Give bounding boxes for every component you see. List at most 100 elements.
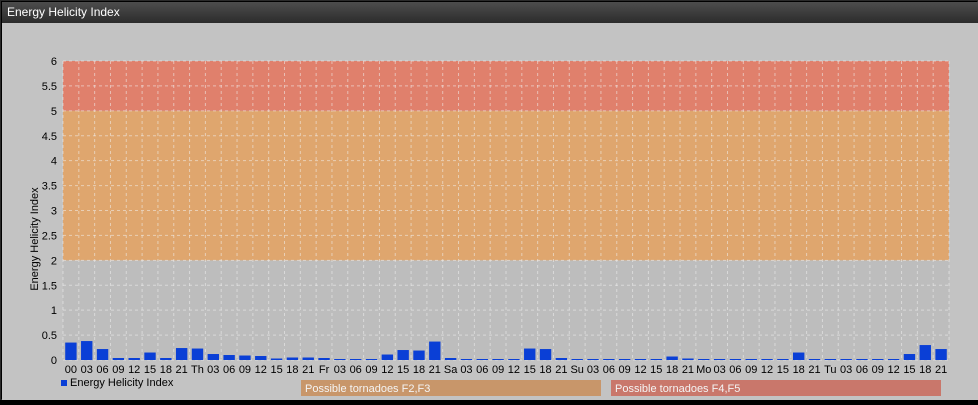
y-tick-label: 3 (51, 206, 57, 218)
x-tick-label: 21 (935, 364, 947, 376)
bar (492, 359, 504, 360)
bar (302, 357, 314, 360)
y-tick-label: 0 (51, 355, 57, 367)
y-tick-label: 4.5 (42, 131, 57, 143)
x-tick-label: 21 (682, 364, 694, 376)
y-tick-label: 0.5 (42, 330, 57, 342)
legend-f2f3-label: Possible tornadoes F2,F3 (305, 383, 430, 395)
x-tick-label: 12 (128, 364, 140, 376)
y-tick-label: 2.5 (42, 230, 57, 242)
bar (239, 355, 251, 360)
x-tick-label: 21 (808, 364, 820, 376)
x-tick-label: 09 (492, 364, 504, 376)
y-tick-label: 6 (51, 56, 57, 68)
x-tick-label: 12 (761, 364, 773, 376)
x-tick-label: 06 (603, 364, 615, 376)
bar (144, 352, 156, 360)
bar (350, 359, 362, 360)
bar (397, 350, 409, 360)
x-tick-label: Su (570, 364, 583, 376)
bar (824, 359, 837, 360)
bar (919, 345, 931, 360)
x-tick-label: Th (191, 364, 204, 376)
x-tick-label: 15 (777, 364, 789, 376)
x-tick-label: Tu (824, 364, 836, 376)
legend-series-swatch (61, 380, 67, 386)
x-tick-label: 06 (476, 364, 488, 376)
x-tick-label: 18 (286, 364, 298, 376)
bar (318, 358, 330, 360)
bar (476, 359, 488, 360)
bar (713, 359, 726, 360)
bar (666, 356, 678, 360)
bar (381, 354, 394, 360)
x-tick-label: 06 (223, 364, 235, 376)
y-tick-label: 3.5 (42, 181, 57, 193)
chart-window: Energy Helicity Index 0 0.5 1 1.5 2 2.5 3 3.5 4 4… (0, 0, 978, 400)
legend-series-label: Energy Helicity Index (70, 377, 174, 389)
x-tick-label: 15 (524, 364, 536, 376)
bar (777, 359, 789, 360)
x-tick-label: 09 (619, 364, 631, 376)
bar (65, 342, 77, 360)
x-tick-label: 15 (397, 364, 409, 376)
bar (334, 359, 346, 360)
bar (571, 359, 583, 360)
x-tick-label: 18 (666, 364, 678, 376)
x-tick-label: 03 (460, 364, 472, 376)
bar (191, 348, 204, 360)
bar (682, 358, 694, 360)
x-tick-label: 06 (729, 364, 741, 376)
bar (793, 352, 805, 360)
x-tick-label: 03 (840, 364, 852, 376)
ehi-chart: 00.511.522.533.544.555.56 00 03 06 09 12 15 18… (29, 56, 950, 396)
x-tick-label: 12 (508, 364, 520, 376)
bar (729, 359, 742, 360)
bar (207, 354, 219, 360)
bar (808, 359, 821, 360)
x-tick-label: 18 (413, 364, 425, 376)
x-tick-label: Fr (319, 364, 330, 376)
bar (223, 355, 235, 360)
x-tick-label: 03 (713, 364, 725, 376)
bar (81, 341, 93, 360)
x-tick-label: 09 (365, 364, 377, 376)
bar (587, 359, 599, 360)
window-title: Energy Helicity Index (2, 2, 978, 23)
bar (413, 350, 425, 360)
x-tick-label: 03 (587, 364, 599, 376)
bar (603, 359, 615, 360)
y-tick-label: 5.5 (42, 81, 57, 93)
bar (444, 358, 457, 360)
bar (255, 356, 267, 360)
y-axis-label: Energy Helicity Index (29, 187, 41, 291)
x-tick-label: 09 (872, 364, 884, 376)
bar (365, 359, 378, 360)
bar (840, 359, 852, 360)
y-tick-label: 1 (51, 305, 57, 317)
x-tick-label: 12 (381, 364, 393, 376)
x-tick-label: 15 (650, 364, 662, 376)
bar (508, 359, 520, 360)
x-tick-label: 06 (856, 364, 868, 376)
bar (524, 348, 536, 360)
x-tick-labels: 00 03 06 09 12 15 18 21 Th 03 06 09 12 15 18 21 Fr 03 06 09… (65, 364, 947, 376)
bar (539, 349, 552, 360)
x-tick-label: 15 (144, 364, 156, 376)
bar (634, 359, 647, 360)
x-tick-label: 03 (334, 364, 346, 376)
x-tick-label: 18 (160, 364, 172, 376)
legend-f4f5-label: Possible tornadoes F4,F5 (615, 383, 740, 395)
bar (175, 348, 188, 360)
x-tick-label: 21 (429, 364, 441, 376)
x-tick-label: 09 (745, 364, 757, 376)
x-tick-label: 15 (903, 364, 915, 376)
x-tick-label: 12 (255, 364, 267, 376)
bar (618, 359, 631, 360)
x-tick-label: 21 (176, 364, 188, 376)
chart-panel: 0 0.5 1 1.5 2 2.5 3 3.5 4 4.5 5 5.5 6 00 03 06 09 12 15 18… (2, 23, 978, 400)
x-tick-label: 21 (555, 364, 567, 376)
bar (270, 358, 283, 360)
bar (160, 358, 172, 360)
bar (650, 359, 662, 360)
